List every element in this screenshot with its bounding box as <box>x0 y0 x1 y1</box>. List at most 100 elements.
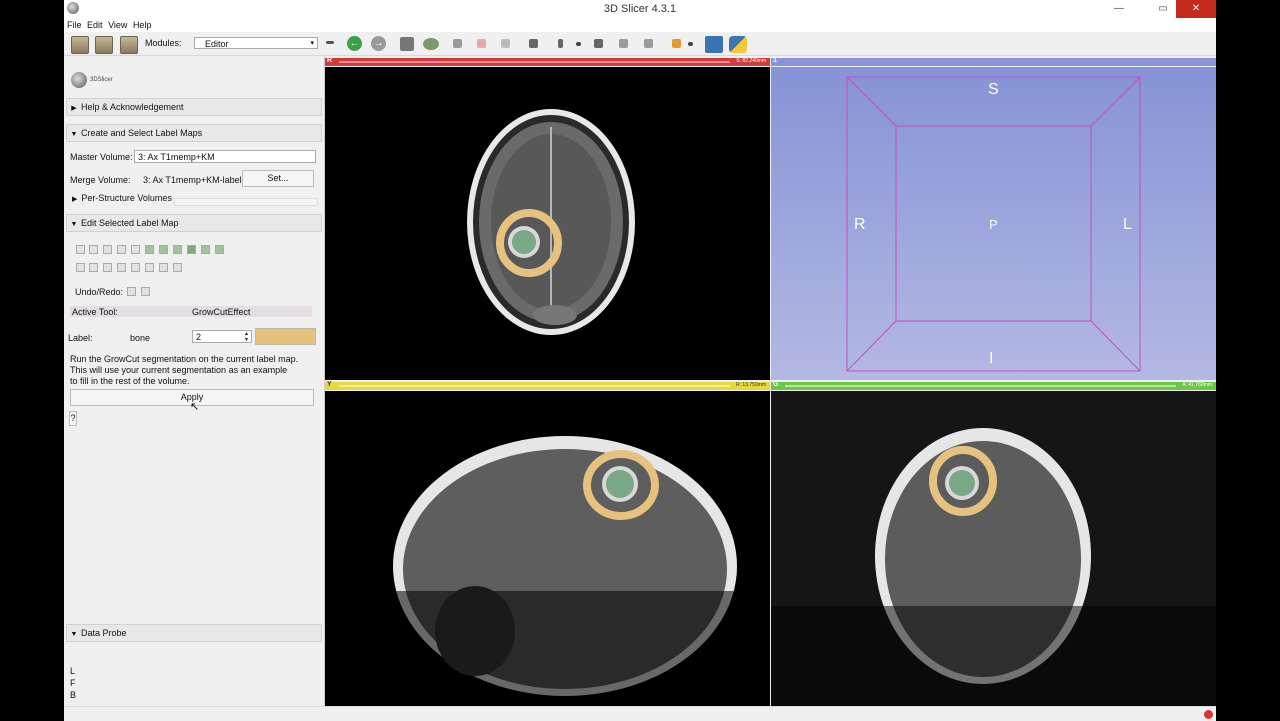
error-log-icon[interactable] <box>1204 710 1213 719</box>
yellow-slice-slider[interactable] <box>339 385 730 387</box>
yellow-slice-controller[interactable]: Y R: 13.750mm <box>325 381 770 390</box>
screenshot-icon[interactable] <box>594 39 603 48</box>
crosshair-icon[interactable] <box>558 39 563 48</box>
coronal-mri-image <box>771 428 1216 706</box>
remove-islands-icon[interactable] <box>187 245 196 254</box>
red-slice-view[interactable] <box>325 67 770 380</box>
preferences-icon[interactable] <box>173 263 182 272</box>
edit-section-label: Edit Selected Label Map <box>81 218 179 228</box>
green-slice-view[interactable] <box>771 391 1216 706</box>
annotations-icon[interactable] <box>501 39 510 48</box>
modules-label: Modules: <box>145 38 182 48</box>
menu-edit[interactable]: Edit <box>87 18 103 32</box>
label-label: Label: <box>68 333 93 343</box>
label-color-swatch[interactable] <box>255 328 316 345</box>
orientation-left: L <box>1123 216 1132 233</box>
identify-islands-icon[interactable] <box>159 245 168 254</box>
extension-manager-icon[interactable] <box>705 36 723 53</box>
merge-volume-value: 3: Ax T1memp+KM-label <box>143 175 242 185</box>
label-value-spinbox[interactable]: 2 ▲ ▼ <box>192 330 252 343</box>
chevron-down-icon[interactable] <box>688 42 693 46</box>
change-island-icon[interactable] <box>173 245 182 254</box>
help-section-label: Help & Acknowledgement <box>81 102 184 112</box>
master-volume-select[interactable]: 3: Ax T1memp+KM <box>134 150 316 163</box>
threshold-icon[interactable] <box>131 263 140 272</box>
python-console-icon[interactable] <box>729 36 747 53</box>
growcut-icon[interactable] <box>159 263 168 272</box>
back-arrow-icon[interactable]: ← <box>347 36 362 51</box>
choose-color-icon[interactable] <box>89 263 98 272</box>
save-island-icon[interactable] <box>201 245 210 254</box>
mouse-mode-icon[interactable] <box>644 39 653 48</box>
redo-icon[interactable] <box>141 287 150 296</box>
data-probe-label: Data Probe <box>81 628 127 638</box>
load-data-icon[interactable] <box>71 36 89 54</box>
models-icon[interactable] <box>453 39 462 48</box>
green-slice-slider[interactable] <box>785 385 1176 387</box>
undo-redo-label: Undo/Redo: <box>75 287 124 297</box>
red-slice-controller[interactable]: R S: 82.240mm <box>325 57 770 66</box>
yellow-slice-view[interactable] <box>325 391 770 706</box>
probe-f: F <box>70 678 76 688</box>
title-bar: 3D Slicer 4.3.1 — ▭ ✕ <box>64 0 1216 18</box>
status-bar <box>64 706 1216 721</box>
per-structure-volumes[interactable]: ▶ Per-Structure Volumes <box>72 193 172 203</box>
chevron-right-icon: ▶ <box>72 196 78 203</box>
edit-section-header[interactable]: ▼ Edit Selected Label Map <box>66 214 322 232</box>
menu-view[interactable]: View <box>108 18 127 32</box>
red-slice-slider[interactable] <box>339 61 730 63</box>
minimize-button[interactable]: — <box>1104 0 1134 18</box>
scene-view-icon[interactable] <box>619 39 628 48</box>
logo-text: 3DSlicer <box>90 77 113 83</box>
save-icon[interactable] <box>120 36 138 54</box>
undo-icon[interactable] <box>127 287 136 296</box>
transforms-icon[interactable] <box>477 39 486 48</box>
fast-marching-icon[interactable] <box>103 263 112 272</box>
chevron-down-icon: ▾ <box>310 40 314 47</box>
load-dicom-icon[interactable] <box>95 36 113 54</box>
layout-icon[interactable] <box>529 39 538 48</box>
make-model-icon[interactable] <box>145 263 154 272</box>
data-probe-header[interactable]: ▼ Data Probe <box>66 624 322 642</box>
help-section-header[interactable]: ▶ Help & Acknowledgement <box>66 98 322 116</box>
default-tool-icon[interactable] <box>76 245 85 254</box>
green-slice-controller[interactable]: G A: 41.760mm <box>771 381 1216 390</box>
wand-effect-icon[interactable] <box>117 263 126 272</box>
level-tracing-icon[interactable] <box>131 245 140 254</box>
create-section-header[interactable]: ▼ Create and Select Label Maps <box>66 124 322 142</box>
create-section-label: Create and Select Label Maps <box>81 128 203 138</box>
help-button[interactable]: ? <box>69 411 77 426</box>
description-line-1: Run the GrowCut segmentation on the curr… <box>70 354 299 364</box>
chevron-down-icon[interactable] <box>576 42 581 46</box>
module-selector[interactable]: Editor ▾ <box>194 37 318 49</box>
menu-help[interactable]: Help <box>133 18 152 32</box>
maximize-button[interactable]: ▭ <box>1148 0 1178 18</box>
red-slice-offset: S: 82.240mm <box>736 58 766 64</box>
sagittal-mri-image <box>325 436 770 706</box>
module-history-icon[interactable] <box>326 41 334 44</box>
toolbar: Modules: Editor ▾ ← → <box>64 33 1216 56</box>
dilate-label-icon[interactable] <box>76 263 85 272</box>
chevron-down-icon: ▼ <box>70 221 78 228</box>
slicer-window: 3D Slicer 4.3.1 — ▭ ✕ File Edit View Hel… <box>64 0 1216 721</box>
rectangle-tool-icon[interactable] <box>145 245 154 254</box>
paint-tool-icon[interactable] <box>103 245 112 254</box>
green-view-letter: G <box>773 381 779 388</box>
threed-view-controller[interactable]: 1 <box>771 57 1216 66</box>
change-label-icon[interactable] <box>89 245 98 254</box>
menu-bar: File Edit View Help <box>64 18 1216 32</box>
set-merge-button[interactable]: Set... <box>242 170 314 187</box>
place-fiducial-icon[interactable] <box>672 39 681 48</box>
forward-arrow-icon[interactable]: → <box>371 36 386 51</box>
menu-file[interactable]: File <box>67 18 82 32</box>
description-line-2: This will use your current segmentation … <box>70 365 288 375</box>
erode-label-icon[interactable] <box>215 245 224 254</box>
draw-tool-icon[interactable] <box>117 245 126 254</box>
threed-view-letter: 1 <box>773 57 777 64</box>
data-module-icon[interactable] <box>400 37 414 51</box>
close-button[interactable]: ✕ <box>1176 0 1216 18</box>
threed-view[interactable]: S R P L I <box>771 67 1216 380</box>
yellow-view-letter: Y <box>327 381 332 388</box>
volumes-module-icon[interactable] <box>423 38 439 50</box>
yellow-slice-offset: R: 13.750mm <box>735 382 766 388</box>
